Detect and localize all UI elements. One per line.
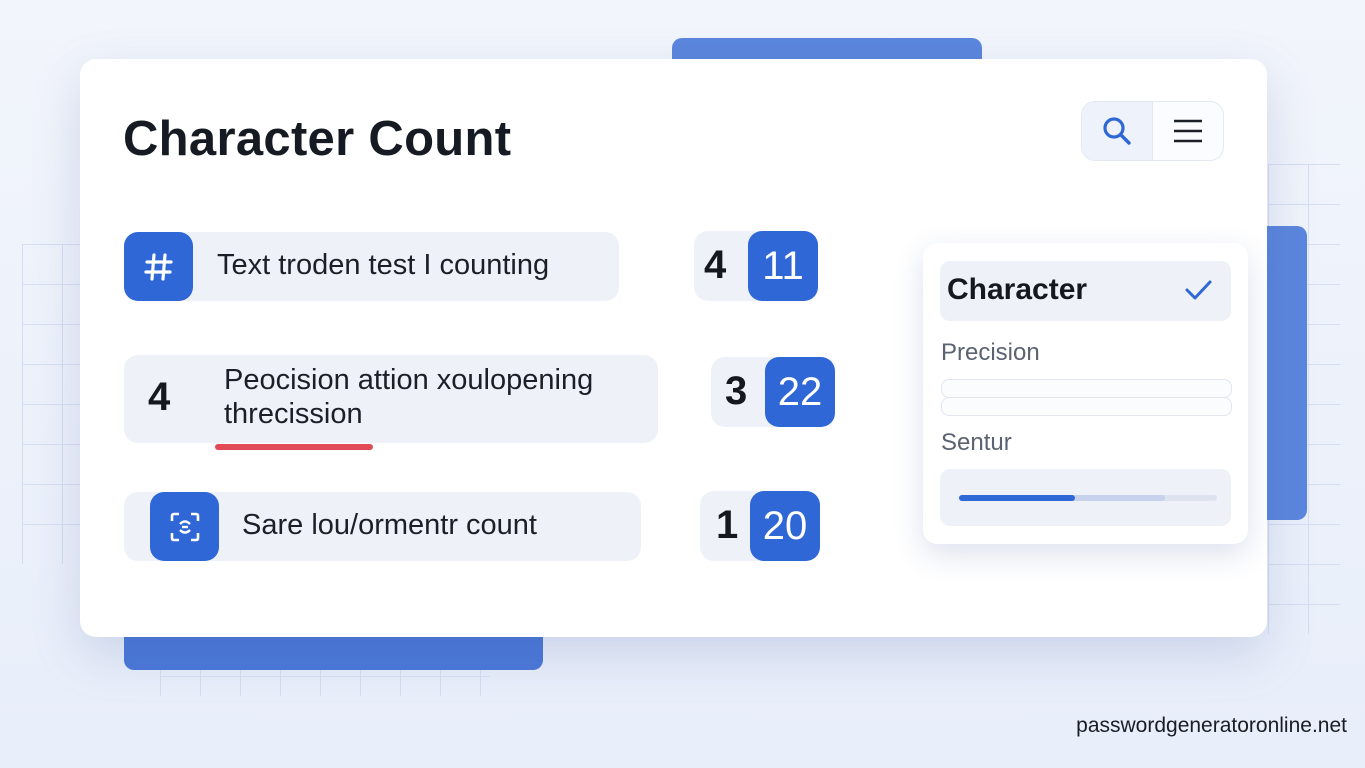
slider-track: [959, 495, 1217, 501]
selected-option[interactable]: Character: [940, 261, 1231, 321]
options-panel: Character Precision Sentur: [923, 243, 1248, 544]
count-badge: 20: [750, 491, 820, 561]
selected-option-label: Character: [947, 273, 1088, 306]
row-text-line2: threcission: [224, 398, 363, 430]
search-button[interactable]: [1082, 102, 1153, 160]
check-icon: [1185, 280, 1212, 300]
row-icon-box: [150, 492, 219, 561]
row-icon-box: [124, 232, 193, 301]
row-text-line1: Peocision attion xoulopening: [224, 364, 594, 396]
error-underline: [215, 444, 373, 450]
count-badge: 11: [748, 231, 818, 301]
search-icon: [1103, 117, 1131, 145]
page-title: Character Count: [123, 112, 512, 166]
toolbar: [1081, 101, 1224, 161]
sentur-label: Sentur: [941, 429, 1012, 456]
count-left: 4: [704, 243, 727, 287]
sentur-slider[interactable]: [940, 469, 1231, 526]
row-lead-number: 4: [148, 375, 171, 419]
count-pill: 3 22: [711, 357, 835, 427]
precision-label: Precision: [941, 339, 1040, 366]
precision-field-2[interactable]: [941, 397, 1232, 416]
count-badge: 22: [765, 357, 835, 427]
count-pill: 1 20: [700, 491, 820, 561]
count-left: 1: [716, 503, 739, 547]
scan-icon: [170, 512, 199, 541]
precision-field-1[interactable]: [941, 379, 1232, 398]
count-pill: 4 11: [694, 231, 818, 301]
slider-fill[interactable]: [959, 495, 1076, 501]
menu-button[interactable]: [1153, 102, 1223, 160]
list-item[interactable]: 4 Peocision attion xoulopening threcissi…: [124, 355, 658, 443]
count-left: 3: [725, 369, 748, 413]
list-item[interactable]: Text troden test I counting: [124, 232, 619, 301]
hamburger-menu-icon: [1174, 119, 1202, 143]
row-text: Text troden test I counting: [217, 249, 550, 281]
hash-icon: [143, 252, 173, 281]
watermark: passwordgeneratoronline.net: [1076, 714, 1347, 737]
list-item[interactable]: Sare lou/ormentr count: [124, 492, 641, 561]
row-text: Sare lou/ormentr count: [242, 509, 537, 541]
